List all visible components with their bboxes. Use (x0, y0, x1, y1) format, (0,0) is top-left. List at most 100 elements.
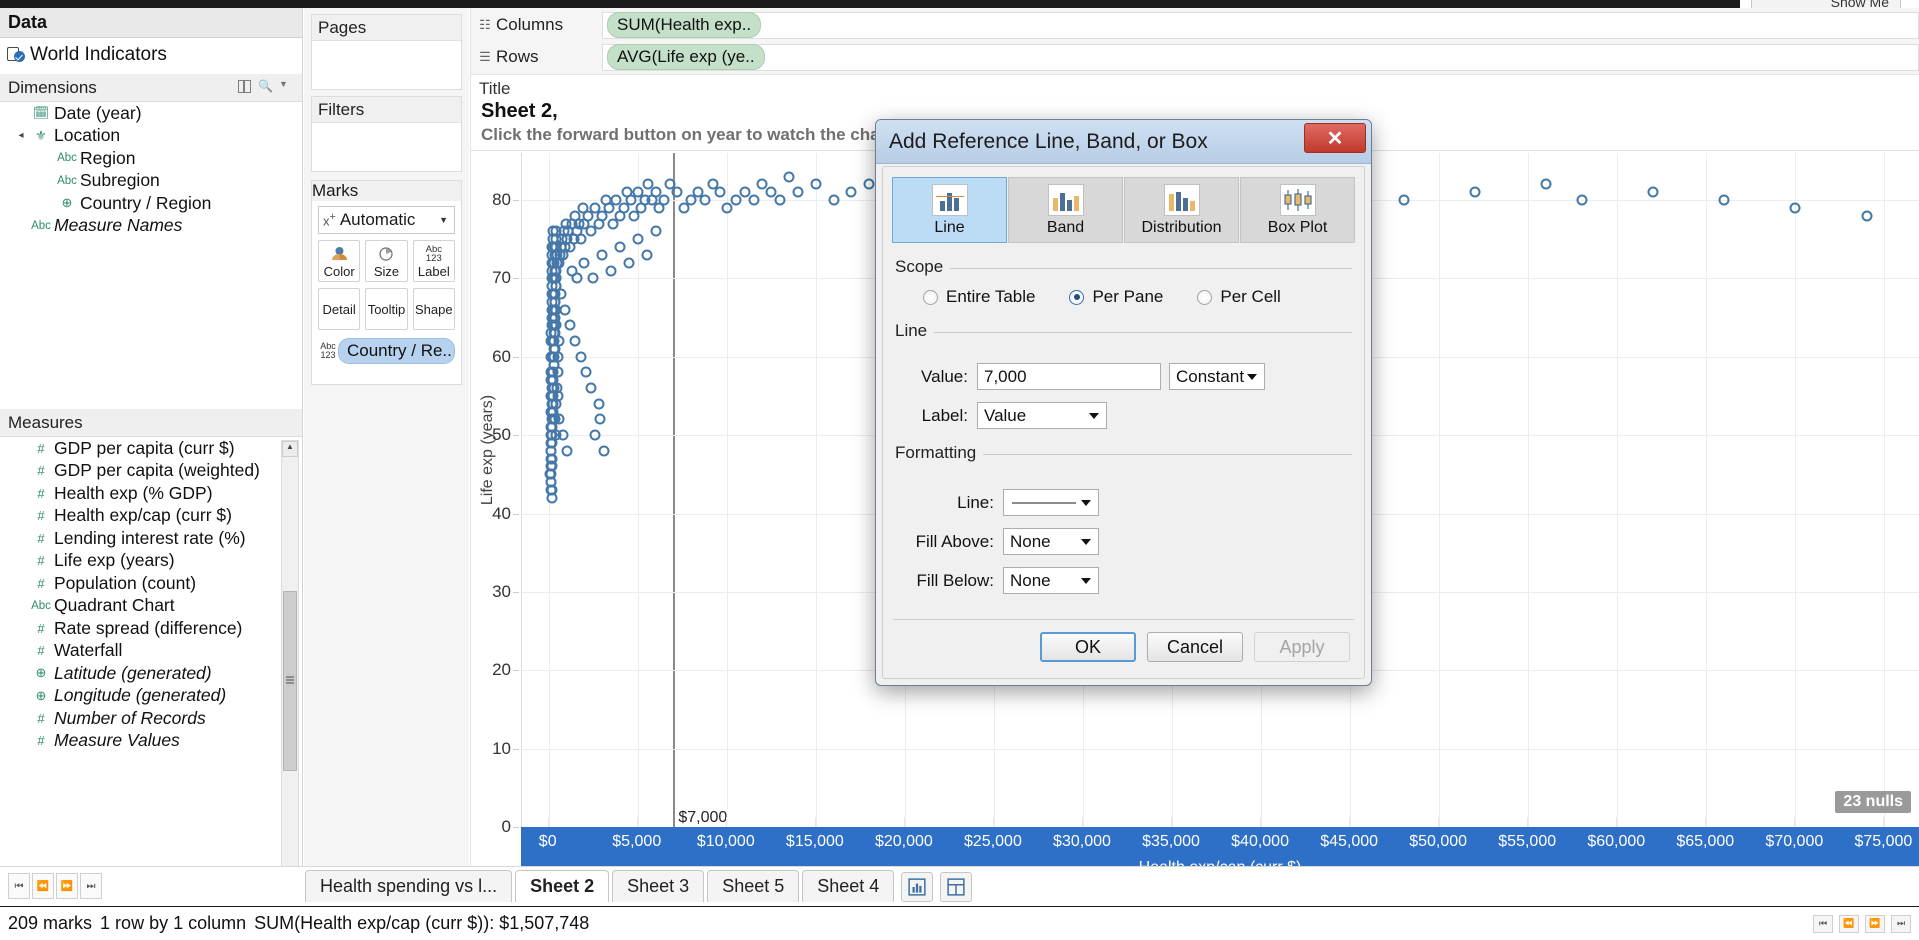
rows-shelf[interactable]: ☰ Rows AVG(Life exp (ye.. (474, 42, 1919, 72)
measure-item[interactable]: # Number of Records (0, 707, 302, 730)
status-first-icon[interactable]: ⏮ (1813, 914, 1833, 933)
marks-label-button[interactable]: Abc 123 Label (412, 240, 455, 282)
measure-item[interactable]: # Life exp (years) (0, 550, 302, 573)
data-point[interactable] (575, 233, 587, 245)
expand-caret-icon[interactable]: ◂ (14, 130, 28, 141)
data-point[interactable] (721, 202, 733, 214)
data-point[interactable] (1861, 210, 1873, 222)
data-point[interactable] (1718, 194, 1730, 206)
data-point[interactable] (641, 249, 653, 261)
fill-above-dropdown[interactable]: None (1003, 528, 1099, 555)
dimension-item[interactable]: Abc Measure Names (0, 215, 302, 238)
measure-item[interactable]: # Measure Values (0, 730, 302, 753)
data-point[interactable] (545, 445, 557, 457)
measure-item[interactable]: # Health exp/cap (curr $) (0, 505, 302, 528)
value-input[interactable]: 7,000 (977, 363, 1161, 390)
data-point[interactable] (1576, 194, 1588, 206)
columns-shelf[interactable]: ☷ Columns SUM(Health exp.. (474, 10, 1919, 40)
rows-pill[interactable]: AVG(Life exp (ye.. (607, 44, 765, 70)
measure-item[interactable]: ⊕ Longitude (generated) (0, 685, 302, 708)
data-point[interactable] (730, 194, 742, 206)
data-point[interactable] (658, 194, 670, 206)
search-icon[interactable]: 🔍 (258, 79, 273, 94)
line-style-dropdown[interactable] (1003, 489, 1099, 516)
data-point[interactable] (828, 194, 840, 206)
dimension-item[interactable]: Abc Region (0, 147, 302, 170)
data-point[interactable] (699, 194, 711, 206)
columns-pill[interactable]: SUM(Health exp.. (607, 12, 762, 38)
grid-view-icon[interactable] (237, 79, 252, 94)
scope-option-per-pane[interactable]: Per Pane (1092, 287, 1163, 307)
chevron-down-icon[interactable]: ▼ (279, 79, 294, 94)
dimension-item[interactable]: Abc Subregion (0, 170, 302, 193)
measure-item[interactable]: # Lending interest rate (%) (0, 527, 302, 550)
pages-shelf[interactable]: Pages (311, 14, 462, 90)
add-reference-line-dialog[interactable]: Add Reference Line, Band, or Box ✕ Line B… (875, 119, 1372, 686)
data-point[interactable] (575, 351, 587, 363)
datasource-item[interactable]: World Indicators (0, 38, 302, 72)
data-point[interactable] (589, 429, 601, 441)
label-dropdown[interactable]: Value (977, 402, 1107, 429)
data-point[interactable] (564, 319, 576, 331)
reference-type-band[interactable]: Band (1008, 177, 1123, 243)
sheet-title[interactable]: Sheet 2, (481, 100, 558, 123)
data-point[interactable] (546, 312, 558, 324)
reference-type-box-plot[interactable]: Box Plot (1240, 177, 1355, 243)
measures-scrollbar[interactable]: ▲ ▼ (281, 440, 299, 914)
measure-item[interactable]: # Waterfall (0, 640, 302, 663)
first-sheet-button[interactable]: ⏮ (8, 873, 30, 899)
cancel-button[interactable]: Cancel (1147, 632, 1243, 662)
fill-below-dropdown[interactable]: None (1003, 567, 1099, 594)
data-point[interactable] (748, 194, 760, 206)
filters-shelf[interactable]: Filters (311, 96, 462, 172)
data-point[interactable] (614, 241, 626, 253)
data-point[interactable] (1398, 194, 1410, 206)
new-dashboard-button[interactable] (940, 872, 973, 902)
data-point[interactable] (552, 366, 564, 378)
scroll-up-arrow[interactable]: ▲ (282, 441, 298, 457)
rows-drop-area[interactable]: AVG(Life exp (ye.. (602, 43, 1919, 71)
data-point[interactable] (553, 335, 565, 347)
reference-line[interactable] (673, 153, 676, 827)
data-point[interactable] (774, 194, 786, 206)
dimension-item[interactable]: ◂ ⚜ Location (0, 125, 302, 148)
marks-detail-pill[interactable]: Country / Re.. (338, 338, 455, 364)
measure-item[interactable]: Abc Quadrant Chart (0, 595, 302, 618)
data-point[interactable] (792, 186, 804, 198)
data-point[interactable] (552, 351, 564, 363)
data-point[interactable] (650, 225, 662, 237)
value-type-dropdown[interactable]: Constant (1169, 363, 1265, 390)
data-point[interactable] (845, 186, 857, 198)
measure-item[interactable]: # GDP per capita (curr $) (0, 437, 302, 460)
marks-shape-button[interactable]: Shape (412, 288, 455, 330)
measure-item[interactable]: # GDP per capita (weighted) (0, 460, 302, 483)
data-point[interactable] (549, 413, 561, 425)
data-point[interactable] (550, 398, 562, 410)
radio-per-cell[interactable] (1197, 289, 1213, 305)
sheet-tab[interactable]: Sheet 3 (612, 870, 705, 902)
data-point[interactable] (596, 249, 608, 261)
chevron-down-icon[interactable]: ▼ (439, 215, 448, 225)
data-point[interactable] (580, 366, 592, 378)
status-last-icon[interactable]: ⏭ (1891, 914, 1911, 933)
data-point[interactable] (1469, 186, 1481, 198)
data-point[interactable] (578, 257, 590, 269)
columns-drop-area[interactable]: SUM(Health exp.. (602, 11, 1919, 39)
data-point[interactable] (555, 288, 567, 300)
status-prev-icon[interactable]: ⏪ (1839, 914, 1859, 933)
last-sheet-button[interactable]: ⏭ (80, 873, 102, 899)
measure-item[interactable]: ⊕ Latitude (generated) (0, 662, 302, 685)
nulls-badge[interactable]: 23 nulls (1835, 791, 1911, 813)
data-point[interactable] (546, 484, 558, 496)
prev-sheet-button[interactable]: ⏪ (32, 873, 54, 899)
sheet-tab[interactable]: Health spending vs l... (305, 870, 513, 902)
x-axis-band[interactable]: $0 $5,000 $10,000 $15,000 $20,000 $25,000 $30,… (521, 817, 1919, 861)
data-point[interactable] (623, 257, 635, 269)
data-point[interactable] (593, 398, 605, 410)
ok-button[interactable]: OK (1040, 632, 1136, 662)
data-point[interactable] (594, 413, 606, 425)
data-point[interactable] (632, 233, 644, 245)
dialog-title-bar[interactable]: Add Reference Line, Band, or Box ✕ (876, 120, 1371, 164)
measure-item[interactable]: # Population (count) (0, 572, 302, 595)
data-point[interactable] (1647, 186, 1659, 198)
